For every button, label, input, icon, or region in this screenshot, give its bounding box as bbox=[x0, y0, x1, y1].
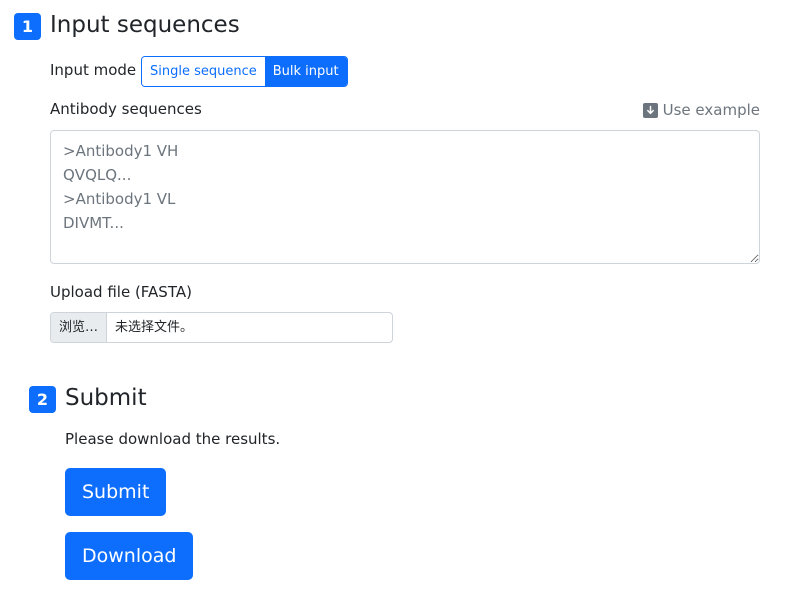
antibody-sequences-label: Antibody sequences bbox=[50, 100, 202, 118]
antibody-sequences-textarea[interactable] bbox=[50, 130, 760, 264]
page: 1 Input sequences Input mode Single sequ… bbox=[0, 0, 787, 593]
step-2-badge: 2 bbox=[29, 386, 56, 413]
use-example-label: Use example bbox=[662, 101, 760, 119]
input-mode-label: Input mode bbox=[50, 61, 137, 79]
use-example-link[interactable]: Use example bbox=[642, 100, 760, 120]
submit-button[interactable]: Submit bbox=[65, 468, 167, 516]
section-title-input-sequences: Input sequences bbox=[50, 12, 240, 38]
file-status-text: 未选择文件。 bbox=[115, 320, 194, 335]
bulk-input-button[interactable]: Bulk input bbox=[264, 57, 347, 86]
fasta-file-input[interactable]: 浏览… 未选择文件。 bbox=[50, 312, 393, 343]
input-mode-toggle-group: Single sequence Bulk input bbox=[141, 56, 348, 87]
step-1-badge: 1 bbox=[14, 13, 41, 40]
download-info-text: Please download the results. bbox=[65, 430, 281, 448]
download-button[interactable]: Download bbox=[65, 532, 194, 580]
section-title-submit: Submit bbox=[65, 385, 147, 411]
single-sequence-button[interactable]: Single sequence bbox=[142, 57, 265, 86]
upload-file-label: Upload file (FASTA) bbox=[50, 283, 192, 301]
download-arrow-icon bbox=[642, 102, 658, 118]
file-browse-button[interactable]: 浏览… bbox=[51, 313, 108, 342]
